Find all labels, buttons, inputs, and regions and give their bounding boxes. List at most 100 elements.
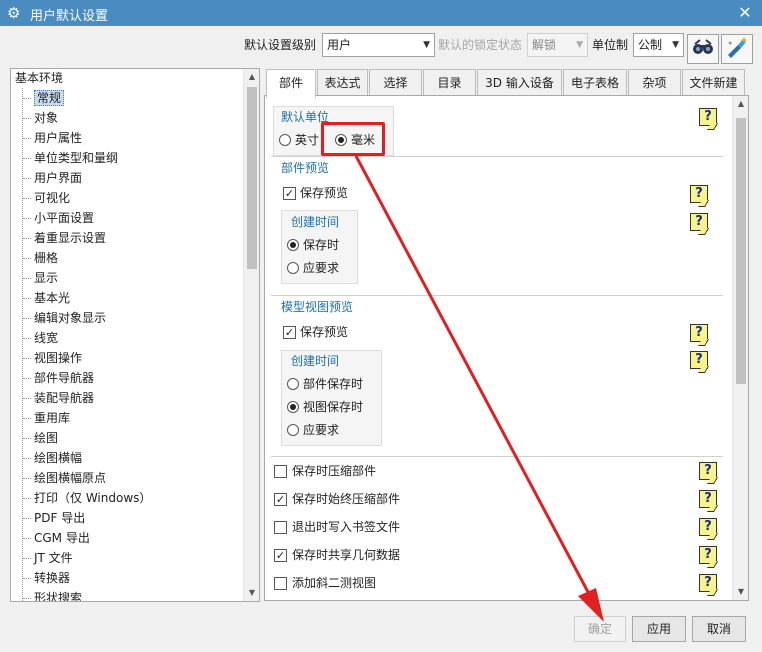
help-icon[interactable]: ? [690,185,708,203]
radio-on-demand-label: 应要求 [303,261,340,275]
tab[interactable]: 电子表格 [563,69,627,96]
divider [271,456,723,457]
part-preview-title: 部件预览 [281,161,330,175]
category-tree[interactable]: 基本环境 常规对象用户属性单位类型和量纲 用户界面 可视化 小平面设置 着重显示设置栅格… [10,68,260,602]
level-select[interactable]: 用户 ▼ [322,33,435,57]
tree-item[interactable]: 绘图横幅 [11,448,243,468]
gear-icon: ⚙ [7,4,21,22]
help-icon[interactable]: ? [690,324,708,342]
tree-item-label: 用户属性 [34,131,83,145]
tree-item[interactable]: PDF 导出 [11,508,243,528]
tree-item-label: PDF 导出 [34,511,86,525]
tree-item[interactable]: 用户界面 [11,168,243,188]
always-compress-label: 保存时始终压缩部件 [292,492,401,506]
radio-model-on-demand-label: 应要求 [303,423,340,437]
tree-item[interactable]: 用户属性 [11,128,243,148]
radio-model-on-demand[interactable] [287,424,299,436]
help-icon[interactable]: ? [699,518,717,536]
help-icon[interactable]: ? [699,108,717,126]
manage-defaults-button[interactable] [721,34,753,64]
tree-item-label: 部件导航器 [34,371,95,385]
tree-item-label: CGM 导出 [34,531,90,545]
tree-item[interactable]: 对象 [11,108,243,128]
tree-item[interactable]: 部件导航器 [11,368,243,388]
help-icon[interactable]: ? [690,213,708,231]
tree-item[interactable]: 显示 [11,268,243,288]
tree-item[interactable]: 常规 [11,88,243,108]
tree-item[interactable]: 小平面设置 [11,208,243,228]
share-geometry-checkbox[interactable]: ✓ [274,549,287,562]
tree-root[interactable]: 基本环境 [15,69,63,87]
scroll-thumb[interactable] [247,87,257,269]
tree-item[interactable]: 基本光 [11,288,243,308]
tree-item[interactable]: 栅格 [11,248,243,268]
tree-item[interactable]: 重用库 [11,408,243,428]
tab[interactable]: 选择 [369,69,422,96]
tree-item-label: 栅格 [34,251,59,265]
tree-item[interactable]: 转换器 [11,568,243,588]
tree-item-label: 编辑对象显示 [34,311,107,325]
model-save-preview-checkbox[interactable]: ✓ [283,326,296,339]
units-select-value: 公制 [638,38,663,52]
radio-view-save[interactable] [287,401,299,413]
radio-on-demand[interactable] [287,262,299,274]
tab[interactable]: 部件 [266,69,316,98]
cancel-button[interactable]: 取消 [692,616,746,642]
apply-button[interactable]: 应用 [632,616,686,642]
tree-item-label: 常规 [34,90,65,106]
settings-scrollbar[interactable]: ▲ ▼ [732,96,748,600]
write-bookmark-checkbox[interactable] [274,521,287,534]
tree-item[interactable]: 形状搜索 [11,588,243,601]
tree-item[interactable]: 可视化 [11,188,243,208]
always-compress-checkbox[interactable]: ✓ [274,493,287,506]
ok-button[interactable]: 确定 [574,616,626,642]
radio-inch-label: 英寸 [295,133,320,147]
units-select[interactable]: 公制 ▼ [633,33,684,57]
scroll-thumb[interactable] [736,118,746,384]
glasses-icon [693,39,713,54]
tree-item[interactable]: 绘图 [11,428,243,448]
tree-item[interactable]: 着重显示设置 [11,228,243,248]
tab[interactable]: 目录 [423,69,476,96]
scroll-down-icon[interactable]: ▼ [733,584,748,600]
part-save-preview-checkbox[interactable]: ✓ [283,187,296,200]
help-icon[interactable]: ? [699,462,717,480]
lock-select: 解锁 ▼ [527,33,588,57]
tree-item[interactable]: 装配导航器 [11,388,243,408]
tab[interactable]: 3D 输入设备 [477,69,562,96]
tree-item[interactable]: 编辑对象显示 [11,308,243,328]
tree-item[interactable]: 视图操作 [11,348,243,368]
tab[interactable]: 表达式 [317,69,368,96]
tree-item[interactable]: 线宽 [11,328,243,348]
tab[interactable]: 杂项 [628,69,681,96]
radio-on-save[interactable] [287,239,299,251]
dropdown-arrow-icon: ▼ [423,40,430,50]
radio-part-save[interactable] [287,378,299,390]
compress-on-save-checkbox[interactable] [274,465,287,478]
scroll-down-icon[interactable]: ▼ [244,585,259,601]
model-view-preview-title: 模型视图预览 [281,300,354,314]
help-icon[interactable]: ? [699,490,717,508]
find-default-button[interactable] [687,34,719,64]
tree-item-label: 绘图横幅原点 [34,471,107,485]
scroll-up-icon[interactable]: ▲ [244,69,259,85]
help-icon[interactable]: ? [699,574,717,592]
tree-item[interactable]: 单位类型和量纲 [11,148,243,168]
tree-item[interactable]: JT 文件 [11,548,243,568]
units-label: 单位制 [592,38,629,52]
radio-inch[interactable] [279,134,291,146]
scroll-up-icon[interactable]: ▲ [733,96,748,112]
radio-on-save-label: 保存时 [303,238,340,252]
help-icon[interactable]: ? [699,546,717,564]
add-dimetric-checkbox[interactable] [274,577,287,590]
tree-item[interactable]: CGM 导出 [11,528,243,548]
tree-item[interactable]: 打印（仅 Windows） [11,488,243,508]
tree-item[interactable]: 绘图横幅原点 [11,468,243,488]
level-label: 默认设置级别 [244,38,317,52]
close-icon[interactable]: ✕ [728,0,762,26]
lock-label: 默认的锁定状态 [438,38,523,52]
tree-scrollbar[interactable]: ▲ ▼ [243,69,259,601]
share-geometry-label: 保存时共享几何数据 [292,548,401,562]
tab[interactable]: 文件新建 [682,69,745,96]
help-icon[interactable]: ? [690,351,708,369]
